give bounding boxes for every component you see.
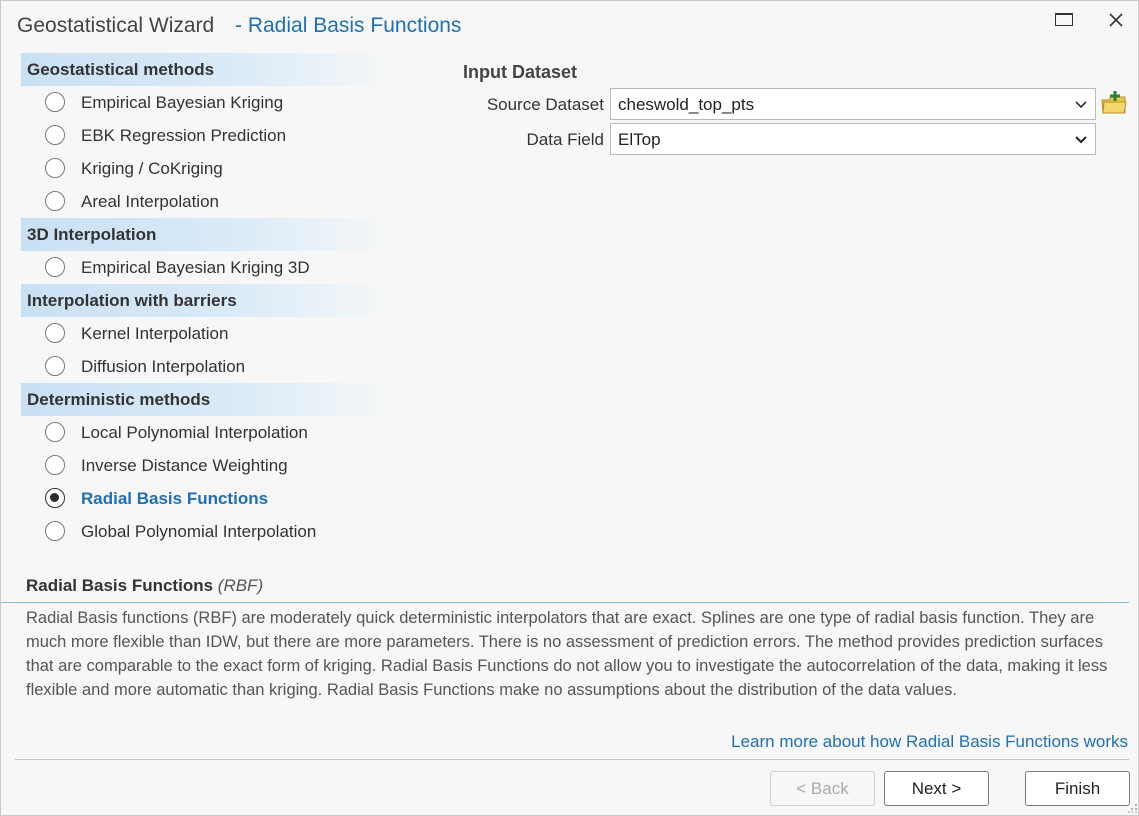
radio-icon[interactable] [45,521,65,541]
radio-icon[interactable] [45,356,65,376]
method-option[interactable]: Local Polynomial Interpolation [21,416,393,449]
close-button[interactable] [1098,7,1134,35]
chevron-down-icon [1075,101,1087,109]
method-option-label: Kriging / CoKriging [81,159,223,178]
method-option-label: Areal Interpolation [81,192,219,211]
method-option[interactable]: Inverse Distance Weighting [21,449,393,482]
group-header: Geostatistical methods [21,53,393,86]
method-option[interactable]: Empirical Bayesian Kriging 3D [21,251,393,284]
method-option-label: Empirical Bayesian Kriging [81,93,284,112]
close-icon [1109,13,1123,27]
title-bar: Geostatistical Wizard - Radial Basis Fun… [1,1,1138,49]
learn-more-link[interactable]: Learn more about how Radial Basis Functi… [731,732,1128,752]
method-option[interactable]: Diffusion Interpolation [21,350,393,383]
method-option-label: Empirical Bayesian Kriging 3D [81,258,310,277]
source-dataset-dropdown[interactable]: cheswold_top_pts [610,88,1096,120]
window-title: Geostatistical Wizard [17,14,215,37]
method-option[interactable]: Radial Basis Functions [21,482,393,515]
radio-icon[interactable] [45,125,65,145]
group-header: Interpolation with barriers [21,284,393,317]
resize-grip-icon[interactable] [1128,803,1138,813]
method-option[interactable]: Areal Interpolation [21,185,393,218]
description-text: Radial Basis functions (RBF) are moderat… [26,609,1108,699]
method-option[interactable]: Kriging / CoKriging [21,152,393,185]
method-option[interactable]: Global Polynomial Interpolation [21,515,393,548]
window-subtitle: - Radial Basis Functions [235,14,462,37]
radio-icon[interactable] [45,422,65,442]
source-dataset-label: Source Dataset [486,95,604,114]
method-list: Geostatistical methods Empirical Bayesian… [21,53,393,548]
description-abbrev: (RBF) [217,576,264,595]
method-option-label: EBK Regression Prediction [81,126,287,145]
group-header: 3D Interpolation [21,218,393,251]
method-option-label: Diffusion Interpolation [81,357,246,376]
group-header: Deterministic methods [21,383,393,416]
source-dataset-value: cheswold_top_pts [618,95,755,114]
method-option-label: Kernel Interpolation [81,324,229,343]
method-option-label: Global Polynomial Interpolation [81,522,317,541]
description-title: Radial Basis Functions (RBF) [26,576,263,596]
method-option-label: Inverse Distance Weighting [81,456,288,475]
data-field-dropdown[interactable]: ElTop [610,123,1096,155]
radio-icon[interactable] [45,92,65,112]
data-field-value: ElTop [618,130,661,149]
radio-icon[interactable] [45,158,65,178]
input-dataset-heading: Input Dataset [463,62,578,82]
maximize-icon [1055,13,1073,26]
radio-icon[interactable] [45,191,65,211]
chevron-down-icon [1075,136,1087,144]
method-option-label: Radial Basis Functions [81,489,269,508]
radio-icon[interactable] [45,455,65,475]
method-option-label: Local Polynomial Interpolation [81,423,308,442]
radio-icon[interactable] [45,323,65,343]
method-option[interactable]: Empirical Bayesian Kriging [21,86,393,119]
finish-button[interactable]: Finish [1025,771,1130,806]
description-method-name: Radial Basis Functions [26,576,214,595]
method-option[interactable]: Kernel Interpolation [21,317,393,350]
back-button[interactable]: < Back [770,771,875,806]
radio-icon[interactable] [45,257,65,277]
footer-divider [15,759,1129,760]
add-data-icon[interactable] [1101,89,1127,115]
next-button[interactable]: Next > [884,771,989,806]
maximize-button[interactable] [1047,7,1083,35]
method-option[interactable]: EBK Regression Prediction [21,119,393,152]
description-divider [1,602,1129,603]
radio-selected-icon[interactable] [45,488,65,508]
data-field-label: Data Field [526,130,604,149]
geostatistical-wizard-window: Geostatistical Wizard - Radial Basis Fun… [0,0,1139,816]
